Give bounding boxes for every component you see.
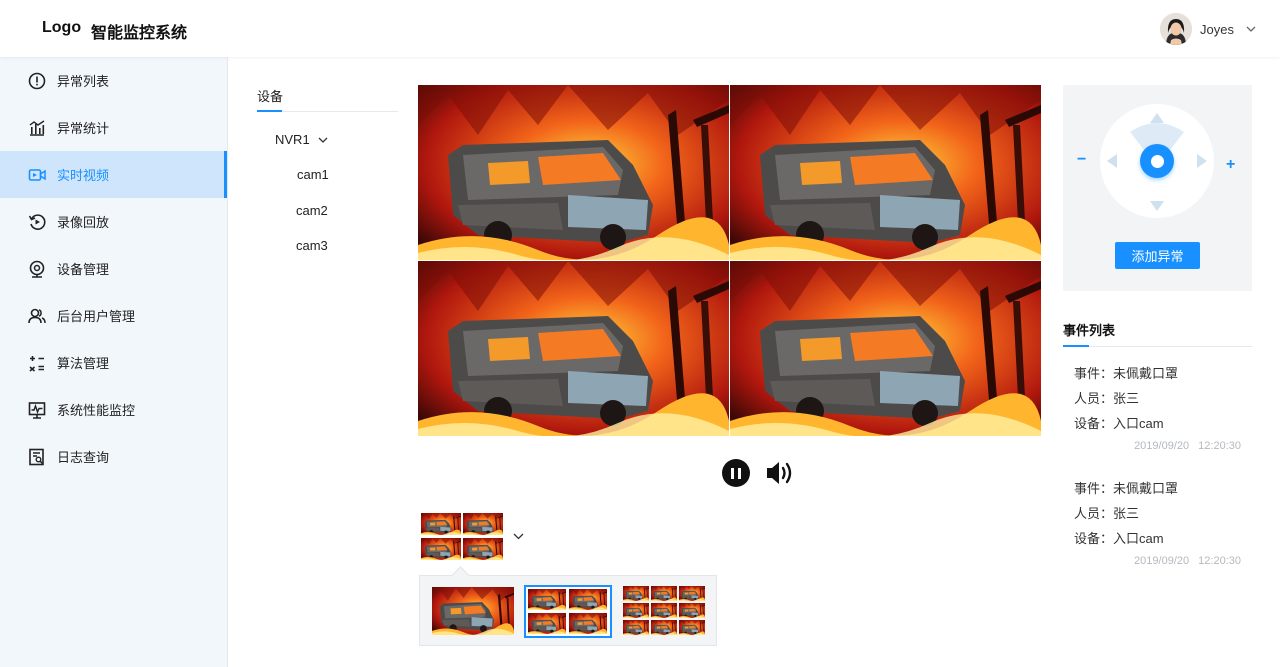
video-grid	[418, 85, 1042, 436]
sidebar-item-label: 系统性能监控	[57, 403, 136, 418]
event-device: 入口cam	[1113, 531, 1164, 546]
event-person: 张三	[1113, 506, 1140, 521]
users-icon	[28, 307, 46, 325]
sidebar-item-playback[interactable]: 录像回放	[0, 198, 227, 245]
layout-current-2x2[interactable]	[420, 512, 504, 561]
event-type: 未佩戴口罩	[1113, 366, 1179, 381]
replay-icon	[28, 213, 46, 231]
event-device: 入口cam	[1113, 416, 1164, 431]
event-item[interactable]: 事件：未佩戴口罩 人员：张三 设备：入口cam 2019/09/20 12:20…	[1074, 480, 1252, 567]
ptz-control-panel: − + 添加异常	[1063, 85, 1252, 291]
webcam-icon	[28, 260, 46, 278]
bar-stats-icon	[28, 119, 46, 137]
video-feed[interactable]	[418, 85, 729, 260]
event-list-title: 事件列表	[1063, 320, 1252, 347]
sidebar-item-admin-users[interactable]: 后台用户管理	[0, 292, 227, 339]
user-name: Joyes	[1200, 21, 1234, 37]
sidebar-item-label: 算法管理	[57, 356, 110, 371]
alert-circle-icon	[28, 72, 46, 90]
top-header: Logo 智能监控系统 Joyes	[0, 0, 1280, 57]
sidebar-item-anomaly-list[interactable]: 异常列表	[0, 57, 227, 104]
ptz-right-arrow-icon[interactable]	[1197, 154, 1207, 168]
layout-dropdown	[419, 575, 717, 646]
chevron-down-icon[interactable]	[318, 136, 328, 144]
sidebar-item-label: 后台用户管理	[57, 309, 136, 324]
ptz-direction-pad	[1100, 104, 1214, 218]
sidebar-item-label: 录像回放	[57, 215, 110, 230]
volume-icon[interactable]	[766, 460, 796, 486]
event-person: 张三	[1113, 391, 1140, 406]
tree-node-label: NVR1	[275, 132, 310, 147]
layout-option-1x1[interactable]	[430, 585, 518, 638]
device-panel: 设备 NVR1 cam1 cam2 cam3	[257, 86, 398, 253]
playback-controls	[722, 459, 796, 487]
sidebar: 异常列表 异常统计 实时视频 录像回放 设备管理 后台用户管理 算法管理 系统性…	[0, 57, 228, 667]
sidebar-item-live-video[interactable]: 实时视频	[0, 151, 227, 198]
video-feed[interactable]	[418, 261, 729, 436]
device-row: 设备：入口cam	[1074, 531, 1164, 546]
sidebar-item-algorithm-management[interactable]: 算法管理	[0, 339, 227, 386]
zoom-in-button[interactable]: +	[1226, 157, 1235, 173]
event-list: 事件列表 事件：未佩戴口罩 人员：张三 设备：入口cam 2019/09/20 …	[1063, 320, 1252, 567]
layout-option-3x3[interactable]	[622, 585, 710, 638]
ptz-left-arrow-icon[interactable]	[1107, 154, 1117, 168]
ptz-center-button[interactable]	[1140, 144, 1174, 178]
person-row: 人员：张三	[1074, 506, 1140, 521]
zoom-out-button[interactable]: −	[1077, 152, 1087, 168]
event-row: 事件：未佩戴口罩	[1074, 481, 1179, 496]
tab-devices[interactable]: 设备	[257, 86, 398, 112]
user-menu[interactable]: Joyes	[1160, 13, 1256, 45]
sidebar-item-label: 异常列表	[57, 74, 110, 89]
device-row: 设备：入口cam	[1074, 416, 1164, 431]
add-anomaly-button[interactable]: 添加异常	[1115, 242, 1200, 269]
tree-node-cam[interactable]: cam1	[297, 167, 329, 182]
tree-node-cam[interactable]: cam3	[296, 238, 328, 253]
avatar[interactable]	[1160, 13, 1193, 45]
video-feed[interactable]	[730, 261, 1041, 436]
ptz-down-arrow-icon[interactable]	[1150, 201, 1164, 211]
video-feed[interactable]	[730, 85, 1041, 260]
log-search-icon	[28, 448, 46, 466]
tree-node-nvr[interactable]: NVR1	[275, 132, 328, 147]
sidebar-item-device-management[interactable]: 设备管理	[0, 245, 227, 292]
monitor-chart-icon	[28, 401, 46, 419]
sidebar-item-performance-monitor[interactable]: 系统性能监控	[0, 386, 227, 433]
sidebar-item-label: 日志查询	[57, 450, 110, 465]
chevron-down-icon[interactable]	[513, 531, 524, 541]
event-timestamp: 2019/09/20 12:20:30	[1134, 555, 1241, 567]
sidebar-item-label: 异常统计	[57, 121, 110, 136]
event-type: 未佩戴口罩	[1113, 481, 1179, 496]
app-title: 智能监控系统	[91, 25, 188, 42]
sidebar-item-label: 设备管理	[57, 262, 110, 277]
sidebar-item-anomaly-stats[interactable]: 异常统计	[0, 104, 227, 151]
chevron-down-icon[interactable]	[1246, 24, 1256, 34]
event-item[interactable]: 事件：未佩戴口罩 人员：张三 设备：入口cam 2019/09/20 12:20…	[1074, 365, 1252, 452]
logo[interactable]: Logo	[42, 19, 81, 37]
event-timestamp: 2019/09/20 12:20:30	[1134, 440, 1241, 452]
tree-node-cam[interactable]: cam2	[296, 203, 328, 218]
video-camera-icon	[28, 166, 46, 184]
layout-option-2x2[interactable]	[524, 585, 612, 638]
calculator-icon	[28, 354, 46, 372]
ptz-up-arrow-icon[interactable]	[1150, 113, 1164, 123]
sidebar-item-log-query[interactable]: 日志查询	[0, 433, 227, 480]
sidebar-item-label: 实时视频	[57, 168, 110, 183]
event-row: 事件：未佩戴口罩	[1074, 366, 1179, 381]
person-row: 人员：张三	[1074, 391, 1140, 406]
pause-button[interactable]	[722, 459, 750, 487]
